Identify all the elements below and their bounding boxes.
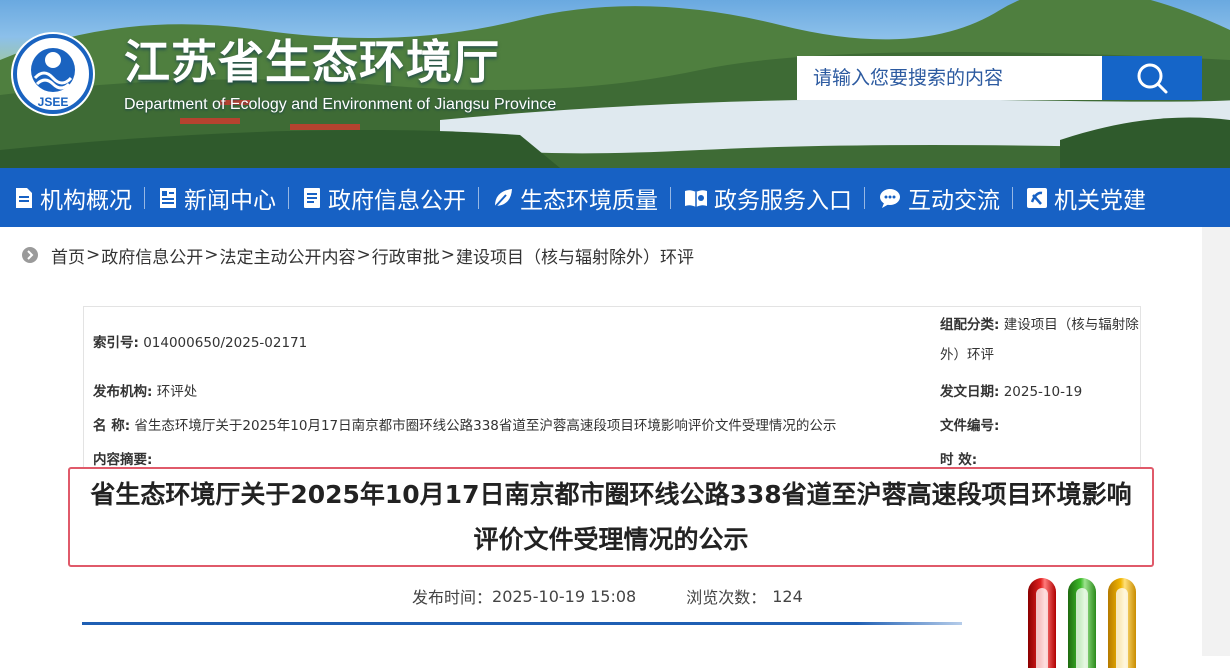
- nav-item-services[interactable]: 政务服务入口: [670, 168, 864, 227]
- header-banner: JSEE 江苏省生态环境厅 Department of Ecology and …: [0, 0, 1230, 168]
- decorative-yellow-bar: [1108, 578, 1136, 668]
- page-side-gutter: [1202, 227, 1230, 656]
- category-field: 组配分类: 建设项目（核与辐射除外）环评: [940, 310, 1140, 370]
- category-label: 组配分类:: [940, 317, 1000, 333]
- leaf-icon: [494, 188, 512, 208]
- search-icon: [1137, 63, 1168, 94]
- newspaper-icon: [160, 187, 176, 208]
- view-count-value: 124: [772, 586, 803, 606]
- view-count-label: 浏览次数：: [686, 588, 767, 607]
- name-value: 省生态环境厅关于2025年10月17日南京都市圈环线公路338省道至沪蓉高速段项…: [134, 418, 837, 434]
- nav-item-label: 政府信息公开: [328, 187, 466, 214]
- site-title: 江苏省生态环境厅: [124, 35, 500, 89]
- breadcrumb-current[interactable]: 建设项目（核与辐射除外）环评: [456, 243, 694, 268]
- article-meta: 发布时间： 2025-10-19 15:08 浏览次数： 124: [412, 584, 803, 608]
- publisher-label: 发布机构:: [93, 384, 153, 400]
- breadcrumb-admin-approval[interactable]: 行政审批: [372, 243, 440, 268]
- breadcrumb-gov-info[interactable]: 政府信息公开: [101, 243, 203, 268]
- nav-item-label: 新闻中心: [184, 187, 276, 214]
- publish-time-value: 2025-10-19 15:08: [492, 586, 637, 606]
- validity-field: 时 效:: [940, 448, 977, 468]
- issue-date-field: 发文日期: 2025-10-19: [940, 380, 1082, 400]
- decorative-red-bar: [1028, 578, 1056, 668]
- issue-date-value: 2025-10-19: [1003, 384, 1083, 400]
- name-field: 名 称: 省生态环境厅关于2025年10月17日南京都市圈环线公路338省道至沪…: [93, 414, 836, 434]
- nav-item-party[interactable]: 机关党建: [1012, 168, 1158, 227]
- breadcrumb-statutory[interactable]: 法定主动公开内容: [220, 243, 356, 268]
- nav-item-news[interactable]: 新闻中心: [144, 168, 288, 227]
- info-file-icon: [304, 187, 320, 208]
- main-nav: 机构概况 新闻中心 政府信息公开 生态环境质量 政务服务入口 互动交流 机关党建: [0, 168, 1230, 227]
- chevron-circle-icon: [22, 247, 38, 263]
- issue-date-label: 发文日期:: [940, 384, 1000, 400]
- nav-item-organization[interactable]: 机构概况: [0, 168, 144, 227]
- breadcrumb-home[interactable]: 首页: [51, 243, 85, 268]
- chat-bubble-icon: [880, 188, 900, 208]
- breadcrumb-separator: >: [356, 245, 371, 265]
- open-book-icon: [685, 189, 707, 207]
- name-label: 名 称:: [93, 418, 131, 434]
- content-divider: [82, 622, 962, 625]
- summary-label: 内容摘要:: [93, 452, 153, 468]
- nav-item-label: 生态环境质量: [520, 187, 658, 214]
- index-label: 索引号:: [93, 335, 139, 351]
- index-value: 014000650/2025-02171: [143, 335, 308, 351]
- breadcrumb-separator: >: [86, 245, 101, 265]
- jsee-logo: JSEE: [11, 32, 95, 116]
- search-input[interactable]: [797, 56, 1102, 100]
- validity-label: 时 效:: [940, 452, 978, 468]
- search-button[interactable]: [1102, 56, 1202, 100]
- summary-field: 内容摘要:: [93, 448, 152, 468]
- party-emblem-icon: [1027, 187, 1047, 208]
- nav-item-interaction[interactable]: 互动交流: [864, 168, 1012, 227]
- nav-item-label: 互动交流: [908, 187, 1000, 214]
- site-subtitle: Department of Ecology and Environment of…: [124, 96, 557, 113]
- index-field: 索引号: 014000650/2025-02171: [93, 331, 307, 351]
- nav-item-label: 机构概况: [40, 187, 132, 214]
- doc-number-label: 文件编号:: [940, 418, 1000, 434]
- publish-time-label: 发布时间：: [412, 588, 493, 607]
- breadcrumb-separator: >: [440, 245, 455, 265]
- nav-item-label: 机关党建: [1054, 187, 1146, 214]
- breadcrumb: 首页 > 政府信息公开 > 法定主动公开内容 > 行政审批 > 建设项目（核与辐…: [22, 243, 694, 268]
- article-title: 省生态环境厅关于2025年10月17日南京都市圈环线公路338省道至沪蓉高速段项…: [68, 467, 1154, 567]
- logo-text: JSEE: [38, 95, 69, 109]
- nav-item-eco-quality[interactable]: 生态环境质量: [478, 168, 670, 227]
- publisher-value: 环评处: [156, 384, 198, 400]
- nav-item-label: 政务服务入口: [714, 187, 852, 214]
- document-info-panel: 索引号: 014000650/2025-02171 组配分类: 建设项目（核与辐…: [83, 306, 1141, 472]
- decorative-green-bar: [1068, 578, 1096, 668]
- nav-item-gov-info[interactable]: 政府信息公开: [288, 168, 478, 227]
- publisher-field: 发布机构: 环评处: [93, 380, 197, 400]
- doc-number-field: 文件编号:: [940, 414, 999, 434]
- document-icon: [16, 187, 32, 208]
- breadcrumb-separator: >: [204, 245, 219, 265]
